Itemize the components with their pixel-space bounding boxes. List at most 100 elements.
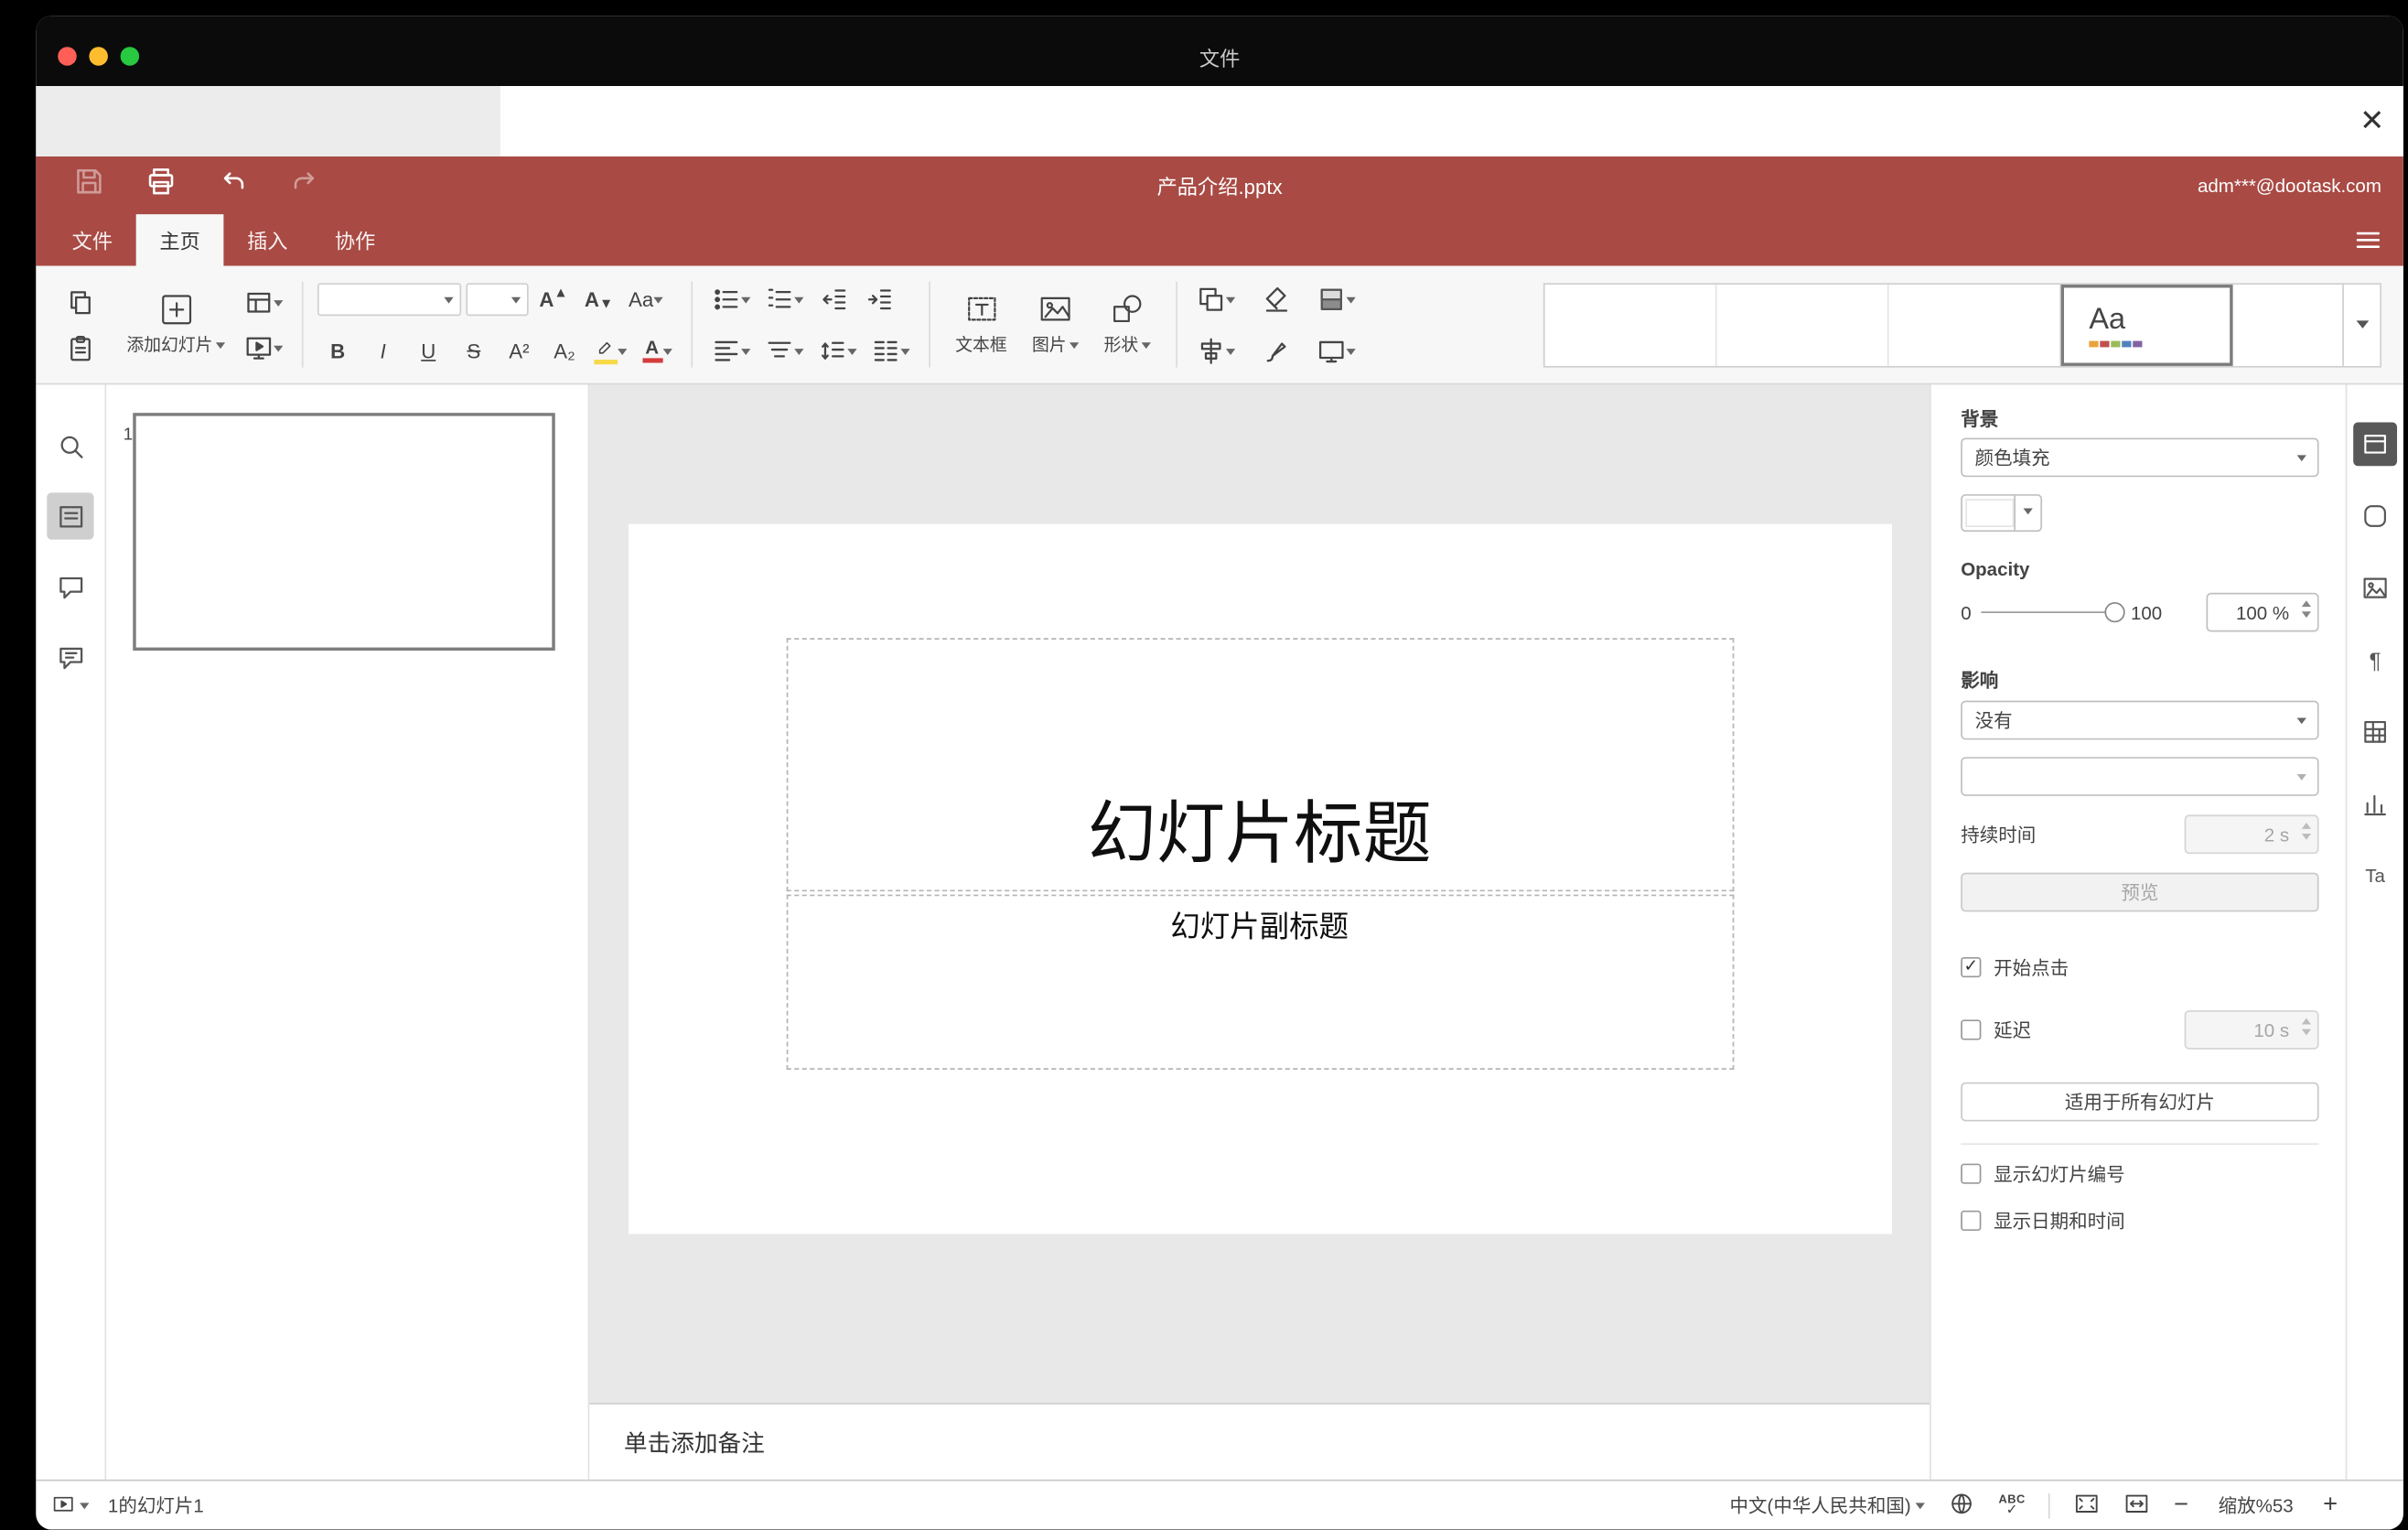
background-fill-select[interactable]: 颜色填充 bbox=[1961, 437, 2319, 478]
feedback-icon[interactable] bbox=[47, 633, 93, 680]
notes-area[interactable]: 单击添加备注 bbox=[589, 1403, 1930, 1480]
image-settings-icon[interactable] bbox=[2353, 566, 2397, 610]
opacity-slider-handle[interactable] bbox=[2103, 601, 2125, 623]
slide-settings-icon[interactable] bbox=[2353, 422, 2398, 467]
theme-option-selected[interactable]: Aa bbox=[2060, 284, 2233, 366]
fit-slide-icon[interactable] bbox=[2074, 1490, 2101, 1521]
save-icon[interactable] bbox=[73, 166, 104, 205]
font-color-icon[interactable]: A bbox=[637, 330, 677, 371]
zoom-out-icon[interactable]: − bbox=[2174, 1492, 2188, 1517]
image-icon bbox=[1040, 296, 1070, 321]
bold-button[interactable]: B bbox=[317, 330, 358, 371]
macos-titlebar: 文件 bbox=[36, 16, 2403, 86]
copy-style-icon[interactable] bbox=[1255, 330, 1295, 371]
show-slide-number-checkbox[interactable]: ✓ bbox=[1961, 1163, 1982, 1184]
search-icon[interactable] bbox=[47, 422, 93, 469]
line-spacing-icon[interactable] bbox=[813, 330, 862, 371]
color-scheme-icon[interactable] bbox=[1312, 278, 1360, 318]
effect-type-select[interactable] bbox=[1961, 757, 2319, 796]
print-icon[interactable] bbox=[145, 166, 177, 205]
paragraph-settings-icon[interactable]: ¶ bbox=[2353, 638, 2397, 682]
slide-subtitle-placeholder[interactable]: 幻灯片副标题 bbox=[785, 894, 1734, 1071]
background-color-swatch[interactable] bbox=[1961, 494, 2043, 533]
theme-option-3[interactable] bbox=[1889, 284, 2061, 366]
tab-file[interactable]: 文件 bbox=[48, 214, 136, 265]
apply-to-all-slides-button[interactable]: 适用于所有幻灯片 bbox=[1961, 1082, 2319, 1122]
background-label: 背景 bbox=[1961, 408, 1999, 430]
language-selector[interactable]: 中文(中华人民共和国) bbox=[1730, 1492, 1926, 1518]
slide-size-icon[interactable] bbox=[1312, 330, 1360, 371]
insert-group: 文本框 图片 形状 bbox=[937, 266, 1170, 383]
opacity-value-spinner[interactable]: 100 % bbox=[2206, 592, 2319, 632]
clear-style-icon[interactable] bbox=[1255, 278, 1295, 318]
italic-button[interactable]: I bbox=[363, 330, 403, 371]
spellcheck-icon[interactable]: ABC ✓ bbox=[1998, 1493, 2025, 1517]
align-objects-icon[interactable] bbox=[1191, 330, 1240, 371]
theme-option-2[interactable] bbox=[1717, 284, 1889, 366]
decrease-indent-icon[interactable] bbox=[813, 278, 854, 318]
strikethrough-button[interactable]: S bbox=[454, 330, 494, 371]
show-datetime-checkbox[interactable]: ✓ bbox=[1961, 1210, 1982, 1232]
close-icon[interactable]: ✕ bbox=[2360, 106, 2384, 135]
slides-panel-icon[interactable] bbox=[47, 492, 94, 540]
tab-insert[interactable]: 插入 bbox=[223, 214, 311, 265]
fit-width-icon[interactable] bbox=[2123, 1490, 2150, 1521]
textart-settings-icon[interactable]: Ta bbox=[2353, 854, 2397, 898]
horizontal-align-icon[interactable] bbox=[707, 330, 756, 371]
slide-layout-icon[interactable] bbox=[239, 282, 287, 322]
tab-home[interactable]: 主页 bbox=[135, 214, 224, 266]
undo-icon[interactable] bbox=[218, 166, 249, 205]
chart-settings-icon[interactable] bbox=[2353, 782, 2397, 826]
change-case-icon[interactable]: Aa bbox=[624, 278, 668, 318]
user-account: adm***@dootask.com bbox=[2197, 174, 2381, 197]
subscript-button[interactable]: A₂ bbox=[544, 330, 585, 371]
theme-option-1[interactable] bbox=[1545, 284, 1717, 366]
decrease-font-icon[interactable]: A ▼ bbox=[578, 278, 618, 318]
opacity-min-label: 0 bbox=[1961, 601, 1972, 624]
menu-icon[interactable] bbox=[2353, 214, 2382, 265]
highlight-color-icon[interactable] bbox=[589, 330, 631, 371]
tab-collaboration[interactable]: 协作 bbox=[311, 214, 399, 265]
insert-image-button[interactable]: 图片 bbox=[1021, 289, 1090, 360]
superscript-button[interactable]: A² bbox=[499, 330, 539, 371]
preview-button[interactable]: 预览 bbox=[1961, 872, 2319, 912]
opacity-slider-track bbox=[1980, 601, 2125, 623]
slide-thumbnail[interactable] bbox=[133, 413, 555, 651]
numbering-icon[interactable] bbox=[760, 278, 809, 318]
increase-font-icon[interactable]: A ▲ bbox=[533, 278, 574, 318]
font-size-select[interactable] bbox=[466, 282, 529, 316]
slide-group: 添加幻灯片 bbox=[108, 266, 296, 383]
theme-sample-text: Aa bbox=[2089, 302, 2126, 336]
shape-settings-icon[interactable] bbox=[2353, 494, 2397, 538]
slide-title-placeholder[interactable]: 幻灯片标题 bbox=[785, 638, 1734, 892]
font-name-select[interactable] bbox=[317, 282, 462, 316]
zoom-in-icon[interactable]: + bbox=[2323, 1492, 2338, 1517]
start-slideshow-icon[interactable] bbox=[239, 327, 287, 367]
add-slide-label: 添加幻灯片 bbox=[126, 336, 213, 355]
increase-indent-icon[interactable] bbox=[858, 278, 898, 318]
redo-icon[interactable] bbox=[289, 166, 320, 205]
arrange-objects-icon[interactable] bbox=[1191, 278, 1240, 318]
copy-icon[interactable] bbox=[59, 282, 100, 322]
insert-shape-button[interactable]: 形状 bbox=[1093, 289, 1162, 360]
table-settings-icon[interactable] bbox=[2353, 710, 2397, 754]
start-on-click-checkbox[interactable]: ✓ bbox=[1961, 956, 1982, 978]
delay-spinner[interactable]: 10 s bbox=[2184, 1010, 2319, 1050]
paste-icon[interactable] bbox=[59, 327, 100, 367]
insert-textbox-button[interactable]: 文本框 bbox=[944, 289, 1017, 360]
comments-icon[interactable] bbox=[47, 563, 93, 609]
delay-checkbox[interactable]: ✓ bbox=[1961, 1019, 1982, 1040]
theme-gallery-expand-icon[interactable] bbox=[2342, 284, 2381, 366]
set-language-icon[interactable] bbox=[1949, 1490, 1975, 1521]
bullets-icon[interactable] bbox=[707, 278, 756, 318]
start-slideshow-status-icon[interactable] bbox=[51, 1493, 90, 1517]
columns-icon[interactable] bbox=[866, 330, 915, 371]
add-slide-button[interactable]: 添加幻灯片 bbox=[115, 289, 236, 360]
main-toolbar: 添加幻灯片 A ▲ A ▼ Aa B I U S A² A₂ A 文本框 图片 … bbox=[36, 265, 2403, 385]
start-on-click-label: 开始点击 bbox=[1994, 956, 2069, 979]
effect-select[interactable]: 没有 bbox=[1961, 700, 2319, 740]
duration-spinner[interactable]: 2 s bbox=[2184, 814, 2319, 855]
duration-label: 持续时间 bbox=[1961, 824, 2037, 846]
underline-button[interactable]: U bbox=[408, 330, 448, 371]
vertical-align-icon[interactable] bbox=[760, 330, 809, 371]
